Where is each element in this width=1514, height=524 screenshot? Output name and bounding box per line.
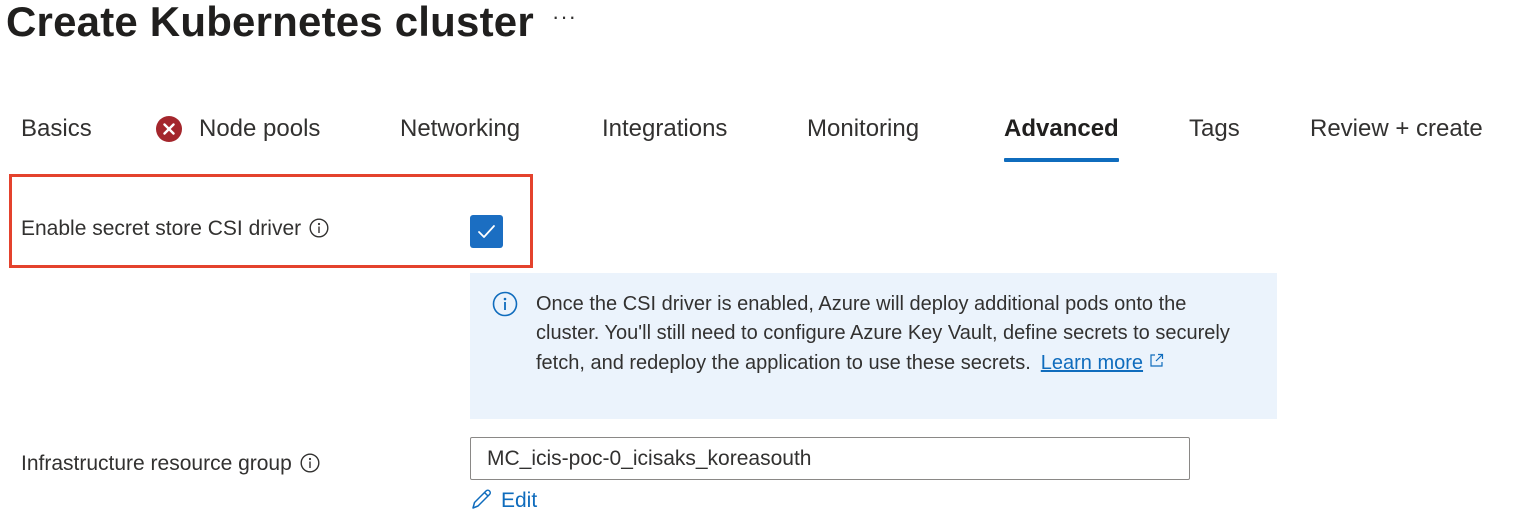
learn-more-link[interactable]: Learn more bbox=[1041, 352, 1143, 374]
external-link-icon bbox=[1149, 348, 1164, 377]
checkmark-icon bbox=[478, 225, 495, 238]
tab-basics[interactable]: Basics bbox=[21, 108, 92, 160]
tab-bar: Basics Node pools Networking Integration… bbox=[0, 108, 1514, 164]
info-icon[interactable] bbox=[300, 453, 320, 473]
info-icon[interactable] bbox=[309, 218, 329, 238]
csi-driver-checkbox[interactable] bbox=[470, 215, 503, 248]
page-title: Create Kubernetes cluster bbox=[6, 0, 534, 45]
tab-networking[interactable]: Networking bbox=[400, 108, 520, 160]
csi-driver-row-label: Enable secret store CSI driver bbox=[21, 216, 329, 242]
more-options-button[interactable]: ··· bbox=[552, 4, 577, 30]
infra-rg-row-label: Infrastructure resource group bbox=[21, 451, 320, 477]
tab-advanced[interactable]: Advanced bbox=[1004, 108, 1119, 162]
edit-infra-rg-link[interactable]: Edit bbox=[470, 486, 537, 516]
tab-monitoring[interactable]: Monitoring bbox=[807, 108, 919, 160]
tab-node-pools[interactable]: Node pools bbox=[156, 108, 321, 160]
csi-info-banner: Once the CSI driver is enabled, Azure wi… bbox=[470, 273, 1277, 419]
pencil-icon bbox=[472, 489, 491, 509]
error-circle-icon bbox=[156, 116, 182, 142]
edit-label: Edit bbox=[501, 489, 538, 512]
tab-node-pools-label: Node pools bbox=[199, 115, 321, 142]
tab-review-create[interactable]: Review + create bbox=[1310, 108, 1483, 160]
infra-rg-input[interactable] bbox=[470, 437, 1190, 480]
create-cluster-page: Create Kubernetes cluster ··· Basics Nod… bbox=[0, 0, 1514, 524]
info-icon bbox=[492, 291, 518, 322]
info-banner-text: Once the CSI driver is enabled, Azure wi… bbox=[536, 290, 1236, 378]
csi-driver-label: Enable secret store CSI driver bbox=[21, 217, 302, 240]
infra-rg-label: Infrastructure resource group bbox=[21, 452, 292, 475]
tab-integrations[interactable]: Integrations bbox=[602, 108, 727, 160]
tab-tags[interactable]: Tags bbox=[1189, 108, 1240, 160]
